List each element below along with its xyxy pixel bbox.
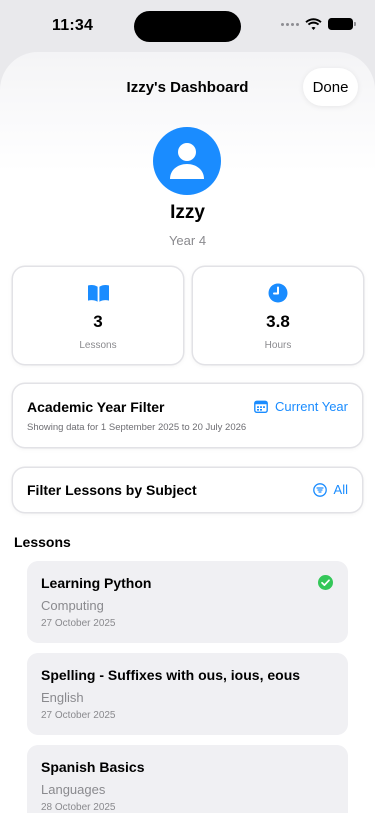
current-year-button[interactable]: Current Year [254, 399, 348, 414]
lesson-date: 27 October 2025 [41, 710, 116, 721]
status-time: 11:34 [52, 17, 94, 34]
book-icon [87, 285, 109, 302]
dynamic-island [134, 11, 241, 42]
lesson-subject: Computing [41, 598, 104, 613]
completed-check-icon [318, 575, 333, 590]
lesson-card[interactable]: Learning Python Computing 27 October 202… [27, 561, 348, 643]
lesson-card[interactable]: Spelling - Suffixes with ous, ious, eous… [27, 653, 348, 735]
academic-filter-title: Academic Year Filter [27, 399, 165, 415]
filter-icon [312, 482, 327, 497]
done-button[interactable]: Done [303, 68, 358, 106]
lesson-title: Spelling - Suffixes with ous, ious, eous [41, 667, 301, 683]
lessons-label: Lessons [79, 340, 117, 351]
lesson-title: Spanish Basics [41, 759, 145, 775]
subject-filter-card[interactable]: Filter Lessons by Subject All [13, 468, 362, 512]
lesson-subject: English [41, 690, 84, 705]
student-name: Izzy [170, 202, 205, 223]
wifi-icon [305, 18, 322, 30]
lesson-title: Learning Python [41, 575, 152, 591]
academic-filter-subtitle: Showing data for 1 September 2025 to 20 … [27, 422, 247, 433]
academic-year-filter-card[interactable]: Academic Year Filter Current Year Showin… [13, 384, 362, 447]
lessons-stat-card: 3 Lessons [13, 267, 183, 364]
hours-stat-card: 3.8 Hours [193, 267, 363, 364]
student-year: Year 4 [168, 233, 207, 248]
clock-icon [268, 283, 288, 303]
subject-filter-title: Filter Lessons by Subject [27, 482, 197, 498]
lesson-date: 28 October 2025 [41, 802, 116, 813]
lessons-count: 3 [93, 312, 103, 331]
signal-icon [281, 22, 299, 26]
lesson-card[interactable]: Spanish Basics Languages 28 October 2025 [27, 745, 348, 813]
lesson-subject: Languages [41, 782, 106, 797]
status-icons [281, 18, 356, 30]
hours-label: Hours [264, 340, 292, 351]
current-year-label: Current Year [275, 399, 348, 414]
avatar [153, 127, 221, 195]
subject-filter-all-button[interactable]: All [312, 482, 348, 497]
dashboard-sheet: Izzy's Dashboard Done Izzy Year 4 3 Less… [0, 52, 375, 813]
hours-value: 3.8 [266, 312, 290, 331]
status-bar: 11:34 [0, 0, 375, 52]
person-icon [170, 143, 204, 179]
lessons-section-title: Lessons [14, 534, 71, 550]
subject-filter-all-label: All [333, 482, 348, 497]
lesson-date: 27 October 2025 [41, 618, 116, 629]
calendar-icon [254, 400, 268, 413]
battery-icon [328, 18, 356, 30]
